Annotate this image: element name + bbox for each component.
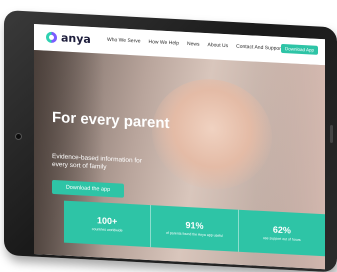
stat-label: countries worldwide bbox=[91, 226, 123, 233]
download-app-nav-button[interactable]: Download App bbox=[281, 43, 319, 55]
stat-useful: 91% of parents found the Anya app useful bbox=[151, 205, 239, 252]
nav-link-contact[interactable]: Contact And Support bbox=[236, 44, 282, 52]
brand-name: anya bbox=[61, 31, 91, 46]
nav-links: Who We Serve How We Help News About Us C… bbox=[107, 37, 282, 52]
baby-photo bbox=[152, 76, 272, 193]
tablet-device: anya Who We Serve How We Help News About… bbox=[4, 10, 337, 272]
stat-countries: 100+ countries worldwide bbox=[64, 200, 152, 248]
brand-logo[interactable]: anya bbox=[46, 31, 91, 46]
nav-link-about-us[interactable]: About Us bbox=[208, 42, 229, 49]
stat-value: 91% bbox=[185, 219, 204, 231]
logo-icon bbox=[46, 31, 57, 44]
product-photo: anya Who We Serve How We Help News About… bbox=[0, 0, 337, 272]
tablet-screen: anya Who We Serve How We Help News About… bbox=[34, 24, 325, 270]
nav-link-news[interactable]: News bbox=[187, 41, 200, 48]
stat-out-of-hours: 62% use support out of hours bbox=[239, 210, 325, 257]
stat-label: use support out of hours bbox=[262, 235, 301, 242]
stat-label: of parents found the Anya app useful bbox=[165, 230, 223, 238]
nav-link-how-we-help[interactable]: How We Help bbox=[149, 39, 179, 47]
side-button bbox=[330, 125, 333, 143]
camera-icon bbox=[15, 133, 22, 140]
stat-value: 62% bbox=[272, 224, 291, 236]
nav-link-who-we-serve[interactable]: Who We Serve bbox=[107, 37, 141, 45]
stat-value: 100+ bbox=[97, 215, 118, 227]
